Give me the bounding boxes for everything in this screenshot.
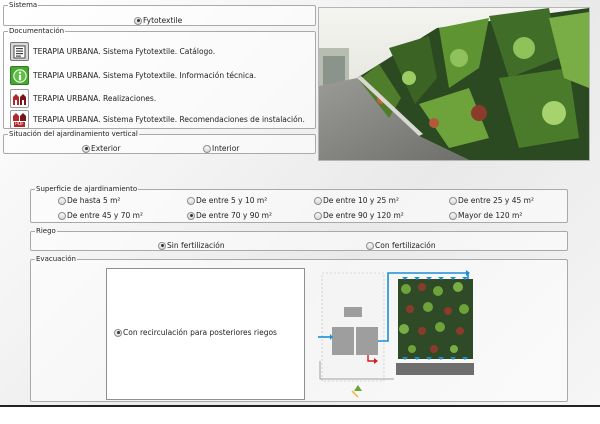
radio-sin-fertilizacion[interactable]: Sin fertilización <box>158 241 225 250</box>
realizaciones-icon[interactable] <box>10 89 29 108</box>
page-background: Sistema Fytotextile Documentación TERAPI… <box>0 0 600 406</box>
evacuacion-legend: Evacuación <box>36 255 76 263</box>
tank-left <box>332 327 354 355</box>
recycle-icon-mark <box>351 390 359 398</box>
radio-dot-selected[interactable] <box>114 328 122 337</box>
doc-link-recomendaciones[interactable]: PDF TERAPIA URBANA. Sistema Fytotextile.… <box>10 110 305 129</box>
radio-label: Mayor de 120 m² <box>458 211 523 220</box>
radio-dot-selected[interactable] <box>187 211 195 220</box>
riego-group: Riego Sin fertilización Con fertilizació… <box>30 227 568 251</box>
doc-link-informacion-tecnica[interactable]: TERAPIA URBANA. Sistema Fytotextile. Inf… <box>10 66 256 85</box>
radio-superficie-2[interactable]: De entre 5 y 10 m² <box>187 196 267 205</box>
radio-dot-selected[interactable] <box>82 144 90 153</box>
evacuacion-option-box[interactable]: Con recirculación para posteriores riego… <box>106 268 305 400</box>
radio-superficie-7[interactable]: De entre 90 y 120 m² <box>314 211 404 220</box>
radio-exterior[interactable]: Exterior <box>82 144 121 153</box>
documentacion-group: Documentación TERAPIA URBANA. Sistema Fy… <box>3 27 316 129</box>
radio-fytotextile[interactable]: Fytotextile <box>134 16 182 25</box>
radio-label: Exterior <box>91 144 121 153</box>
radio-dot[interactable] <box>449 211 457 220</box>
radio-label: Fytotextile <box>143 16 183 25</box>
collection-tray <box>396 363 474 375</box>
doc-link-catalogo[interactable]: TERAPIA URBANA. Sistema Fytotextile. Cat… <box>10 42 215 61</box>
riego-legend: Riego <box>36 227 56 235</box>
radio-label: Con recirculación para posteriores riego… <box>123 328 277 337</box>
doc-link-label: TERAPIA URBANA. Sistema Fytotextile. Rec… <box>33 115 305 124</box>
radio-label: Con fertilización <box>375 241 436 250</box>
radio-dot-selected[interactable] <box>158 241 166 250</box>
radio-con-recirculacion[interactable]: Con recirculación para posteriores riego… <box>114 328 277 337</box>
radio-label: De entre 90 y 120 m² <box>323 211 404 220</box>
bottom-divider <box>0 405 600 407</box>
vertical-garden-photo <box>318 7 590 161</box>
doc-link-label: TERAPIA URBANA. Realizaciones. <box>33 94 157 103</box>
superficie-legend: Superficie de ajardinamiento <box>36 185 138 193</box>
radio-label: De entre 70 y 90 m² <box>196 211 272 220</box>
radio-label: De entre 45 y 70 m² <box>67 211 143 220</box>
tank-right <box>356 327 378 355</box>
situacion-group: Situación del ajardinamiento vertical Ex… <box>3 130 316 154</box>
catalog-icon[interactable] <box>10 42 29 61</box>
recirculation-diagram <box>318 270 474 398</box>
radio-dot[interactable] <box>58 196 66 205</box>
radio-dot[interactable] <box>449 196 457 205</box>
doc-link-label: TERAPIA URBANA. Sistema Fytotextile. Cat… <box>33 47 216 56</box>
sistema-legend: Sistema <box>9 1 38 9</box>
radio-superficie-8[interactable]: Mayor de 120 m² <box>449 211 522 220</box>
doc-link-realizaciones[interactable]: TERAPIA URBANA. Realizaciones. <box>10 89 156 108</box>
sistema-group: Sistema Fytotextile <box>3 1 316 26</box>
pdf-badge: PDF <box>14 122 25 127</box>
radio-superficie-3[interactable]: De entre 10 y 25 m² <box>314 196 399 205</box>
info-icon[interactable] <box>10 66 29 85</box>
documentacion-legend: Documentación <box>9 27 65 35</box>
pdf-icon[interactable]: PDF <box>10 110 29 129</box>
radio-superficie-5[interactable]: De entre 45 y 70 m² <box>58 211 143 220</box>
radio-superficie-6[interactable]: De entre 70 y 90 m² <box>187 211 272 220</box>
radio-label: Sin fertilización <box>167 241 225 250</box>
radio-superficie-4[interactable]: De entre 25 y 45 m² <box>449 196 534 205</box>
radio-superficie-1[interactable]: De hasta 5 m² <box>58 196 120 205</box>
situacion-legend: Situación del ajardinamiento vertical <box>9 130 138 138</box>
radio-label: De entre 5 y 10 m² <box>196 196 268 205</box>
doc-link-label: TERAPIA URBANA. Sistema Fytotextile. Inf… <box>33 71 257 80</box>
radio-dot[interactable] <box>314 211 322 220</box>
radio-dot[interactable] <box>58 211 66 220</box>
recycle-icon <box>354 385 362 391</box>
radio-label: Interior <box>212 144 240 153</box>
radio-interior[interactable]: Interior <box>203 144 239 153</box>
radio-dot[interactable] <box>366 241 374 250</box>
vertical-garden-photo-image <box>319 8 589 160</box>
radio-label: De hasta 5 m² <box>67 196 121 205</box>
superficie-group: Superficie de ajardinamiento De hasta 5 … <box>30 185 568 223</box>
radio-con-fertilizacion[interactable]: Con fertilización <box>366 241 436 250</box>
radio-dot[interactable] <box>187 196 195 205</box>
radio-dot[interactable] <box>314 196 322 205</box>
radio-dot-selected[interactable] <box>134 16 142 25</box>
radio-label: De entre 25 y 45 m² <box>458 196 534 205</box>
radio-label: De entre 10 y 25 m² <box>323 196 399 205</box>
radio-dot[interactable] <box>203 144 211 153</box>
small-tank <box>344 307 362 317</box>
